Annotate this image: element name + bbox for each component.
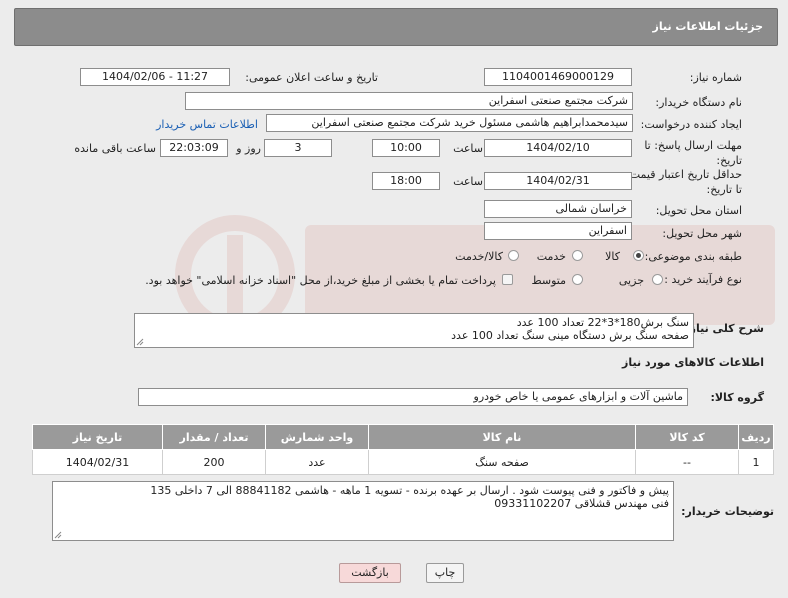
page-title: جزئیات اطلاعات نیاز [652, 20, 764, 33]
remaining-time-label: ساعت باقی مانده [74, 142, 156, 155]
goods-section-title: اطلاعات کالاهای مورد نیاز [622, 356, 764, 369]
process-type-label: نوع فرآیند خرید : [664, 273, 742, 286]
cell-item-name: صفحه سنگ [368, 449, 636, 475]
price-validity-label-date: تا تاریخ: [706, 183, 742, 196]
price-validity-label: حداقل تاریخ اعتبار قیمت: [626, 168, 742, 181]
deadline-time-field[interactable]: 10:00 [372, 139, 440, 157]
buyer-label: نام دستگاه خریدار: [655, 96, 742, 109]
process-option-minor: جزیی [618, 274, 644, 287]
province-label: استان محل تحویل: [655, 204, 742, 217]
buyer-notes-line-2: فنی مهندس قشلاقی 09331102207 [494, 497, 669, 510]
description-line-1: سنگ برش180*3*22 تعداد 100 عدد [516, 316, 689, 329]
deadline-time-label: ساعت [453, 142, 483, 155]
deadline-label-date: تاریخ: [716, 154, 742, 167]
resize-grip-icon[interactable] [54, 531, 62, 539]
cell-need-date: 1404/02/31 [32, 449, 163, 475]
announce-field[interactable]: 1404/02/06 - 11:27 [80, 68, 230, 86]
table-row[interactable]: 1 -- صفحه سنگ عدد 200 1404/02/31 [32, 449, 774, 475]
description-line-2: صفحه سنگ برش دستگاه مینی سنگ تعداد 100 ع… [451, 329, 689, 342]
buyer-contact-link[interactable]: اطلاعات تماس خریدار [156, 118, 258, 131]
buyer-notes-label: توضیحات خریدار: [681, 505, 774, 518]
col-need-date: تاریخ نیاز [32, 424, 163, 450]
days-label: روز و [236, 142, 261, 155]
resize-grip-icon[interactable] [136, 338, 144, 346]
back-button[interactable]: بازگشت [339, 563, 401, 583]
category-radio-goods-service[interactable] [508, 250, 519, 261]
buyer-field[interactable]: شرکت مجتمع صنعتی اسفراین [185, 92, 633, 110]
cell-quantity: 200 [162, 449, 266, 475]
process-option-medium: متوسط [531, 274, 566, 287]
col-row-number: ردیف [738, 424, 774, 450]
deadline-date-field[interactable]: 1404/02/10 [484, 139, 632, 157]
col-unit: واحد شمارش [265, 424, 369, 450]
need-number-label: شماره نیاز: [689, 71, 742, 84]
deadline-label: مهلت ارسال پاسخ: تا [644, 139, 742, 152]
category-option-service: خدمت [536, 250, 566, 263]
description-label: شرح کلی نیاز: [685, 322, 764, 335]
price-time-field[interactable]: 18:00 [372, 172, 440, 190]
description-textarea[interactable]: سنگ برش180*3*22 تعداد 100 عدد صفحه سنگ ب… [134, 313, 694, 348]
col-quantity: تعداد / مقدار [162, 424, 266, 450]
buyer-notes-textarea[interactable]: پیش و فاکتور و فنی پیوست شود . ارسال بر … [52, 481, 674, 541]
buyer-notes-line-1: پیش و فاکتور و فنی پیوست شود . ارسال بر … [150, 484, 669, 497]
cell-item-code: -- [635, 449, 739, 475]
city-label: شهر محل تحویل: [662, 227, 742, 240]
page-header: جزئیات اطلاعات نیاز [14, 8, 778, 46]
need-number-field[interactable]: 1104001469000129 [484, 68, 632, 86]
goods-group-label: گروه کالا: [710, 391, 764, 404]
cell-unit: عدد [265, 449, 369, 475]
table-header-row: ردیف کد کالا نام کالا واحد شمارش تعداد /… [32, 424, 774, 450]
remaining-time-field[interactable]: 22:03:09 [160, 139, 228, 157]
col-item-name: نام کالا [368, 424, 636, 450]
items-table: ردیف کد کالا نام کالا واحد شمارش تعداد /… [32, 424, 774, 475]
treasury-payment-checkbox[interactable] [502, 274, 513, 285]
category-label: طبقه بندی موضوعی: [644, 250, 742, 263]
category-radio-goods[interactable] [633, 250, 644, 261]
province-field[interactable]: خراسان شمالی [484, 200, 632, 218]
creator-label: ایجاد کننده درخواست: [640, 118, 742, 131]
process-radio-medium[interactable] [572, 274, 583, 285]
price-date-field[interactable]: 1404/02/31 [484, 172, 632, 190]
category-radio-service[interactable] [572, 250, 583, 261]
category-option-goods: کالا [605, 250, 620, 263]
days-remaining-field[interactable]: 3 [264, 139, 332, 157]
creator-field[interactable]: سیدمحمدابراهیم هاشمی مسئول خرید شرکت مجت… [266, 114, 633, 132]
cell-row-number: 1 [738, 449, 774, 475]
goods-group-field[interactable]: ماشین آلات و ابزارهای عمومی یا خاص خودرو [138, 388, 688, 406]
announce-label: تاریخ و ساعت اعلان عمومی: [245, 71, 378, 84]
col-item-code: کد کالا [635, 424, 739, 450]
price-time-label: ساعت [453, 175, 483, 188]
process-radio-minor[interactable] [652, 274, 663, 285]
treasury-payment-note: پرداخت تمام یا بخشی از مبلغ خرید،از محل … [145, 274, 496, 287]
print-button[interactable]: چاپ [426, 563, 464, 583]
city-field[interactable]: اسفراین [484, 222, 632, 240]
category-option-goods-service: کالا/خدمت [455, 250, 503, 263]
